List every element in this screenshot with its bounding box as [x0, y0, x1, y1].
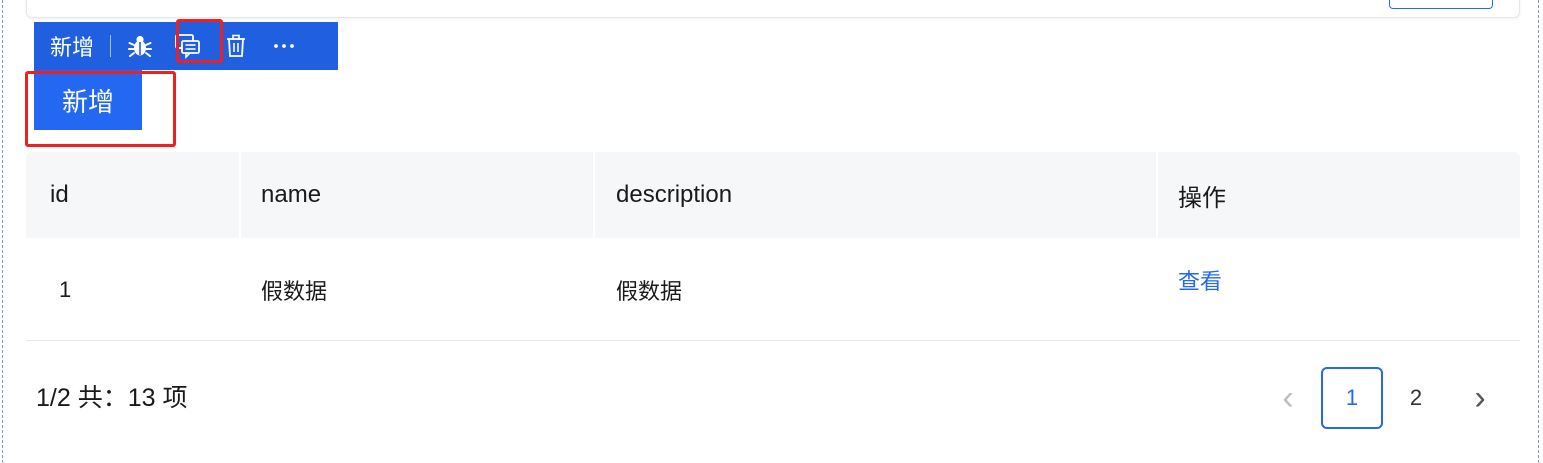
cell-name: 假数据: [261, 278, 328, 304]
trash-icon[interactable]: [221, 31, 251, 61]
next-page-button[interactable]: ›: [1449, 367, 1511, 429]
column-header-id[interactable]: id: [50, 152, 69, 238]
toolbar-divider: [110, 35, 112, 57]
highlight-box-comment: [176, 19, 223, 63]
top-card: [26, 0, 1520, 18]
column-header-description[interactable]: description: [616, 152, 732, 238]
pagination-summary: 1/2 共：13 项: [36, 384, 188, 412]
page-button-2[interactable]: 2: [1385, 367, 1447, 429]
column-divider: [1156, 152, 1158, 238]
toolbar-component-label: 新增: [50, 35, 95, 60]
column-divider: [239, 152, 241, 238]
cell-description: 假数据: [616, 278, 683, 304]
frame-left-border: [2, 0, 3, 463]
chevron-left-icon: ‹: [1282, 378, 1294, 417]
highlight-box-add: [25, 71, 176, 147]
chevron-right-icon: ›: [1474, 378, 1486, 417]
cell-id: 1: [59, 276, 72, 302]
column-header-name[interactable]: name: [261, 152, 321, 238]
column-header-actions[interactable]: 操作: [1178, 152, 1226, 238]
frame-right-border: [1538, 0, 1539, 463]
prev-page-button[interactable]: ‹: [1257, 367, 1319, 429]
row-divider: [26, 340, 1520, 341]
table-header: id name description 操作: [26, 152, 1520, 238]
more-icon[interactable]: [269, 31, 299, 61]
page-button-1[interactable]: 1: [1321, 367, 1383, 429]
bug-icon[interactable]: [125, 31, 155, 61]
column-divider: [593, 152, 595, 238]
view-link[interactable]: 查看: [1178, 228, 1222, 331]
top-card-button[interactable]: [1389, 0, 1493, 9]
